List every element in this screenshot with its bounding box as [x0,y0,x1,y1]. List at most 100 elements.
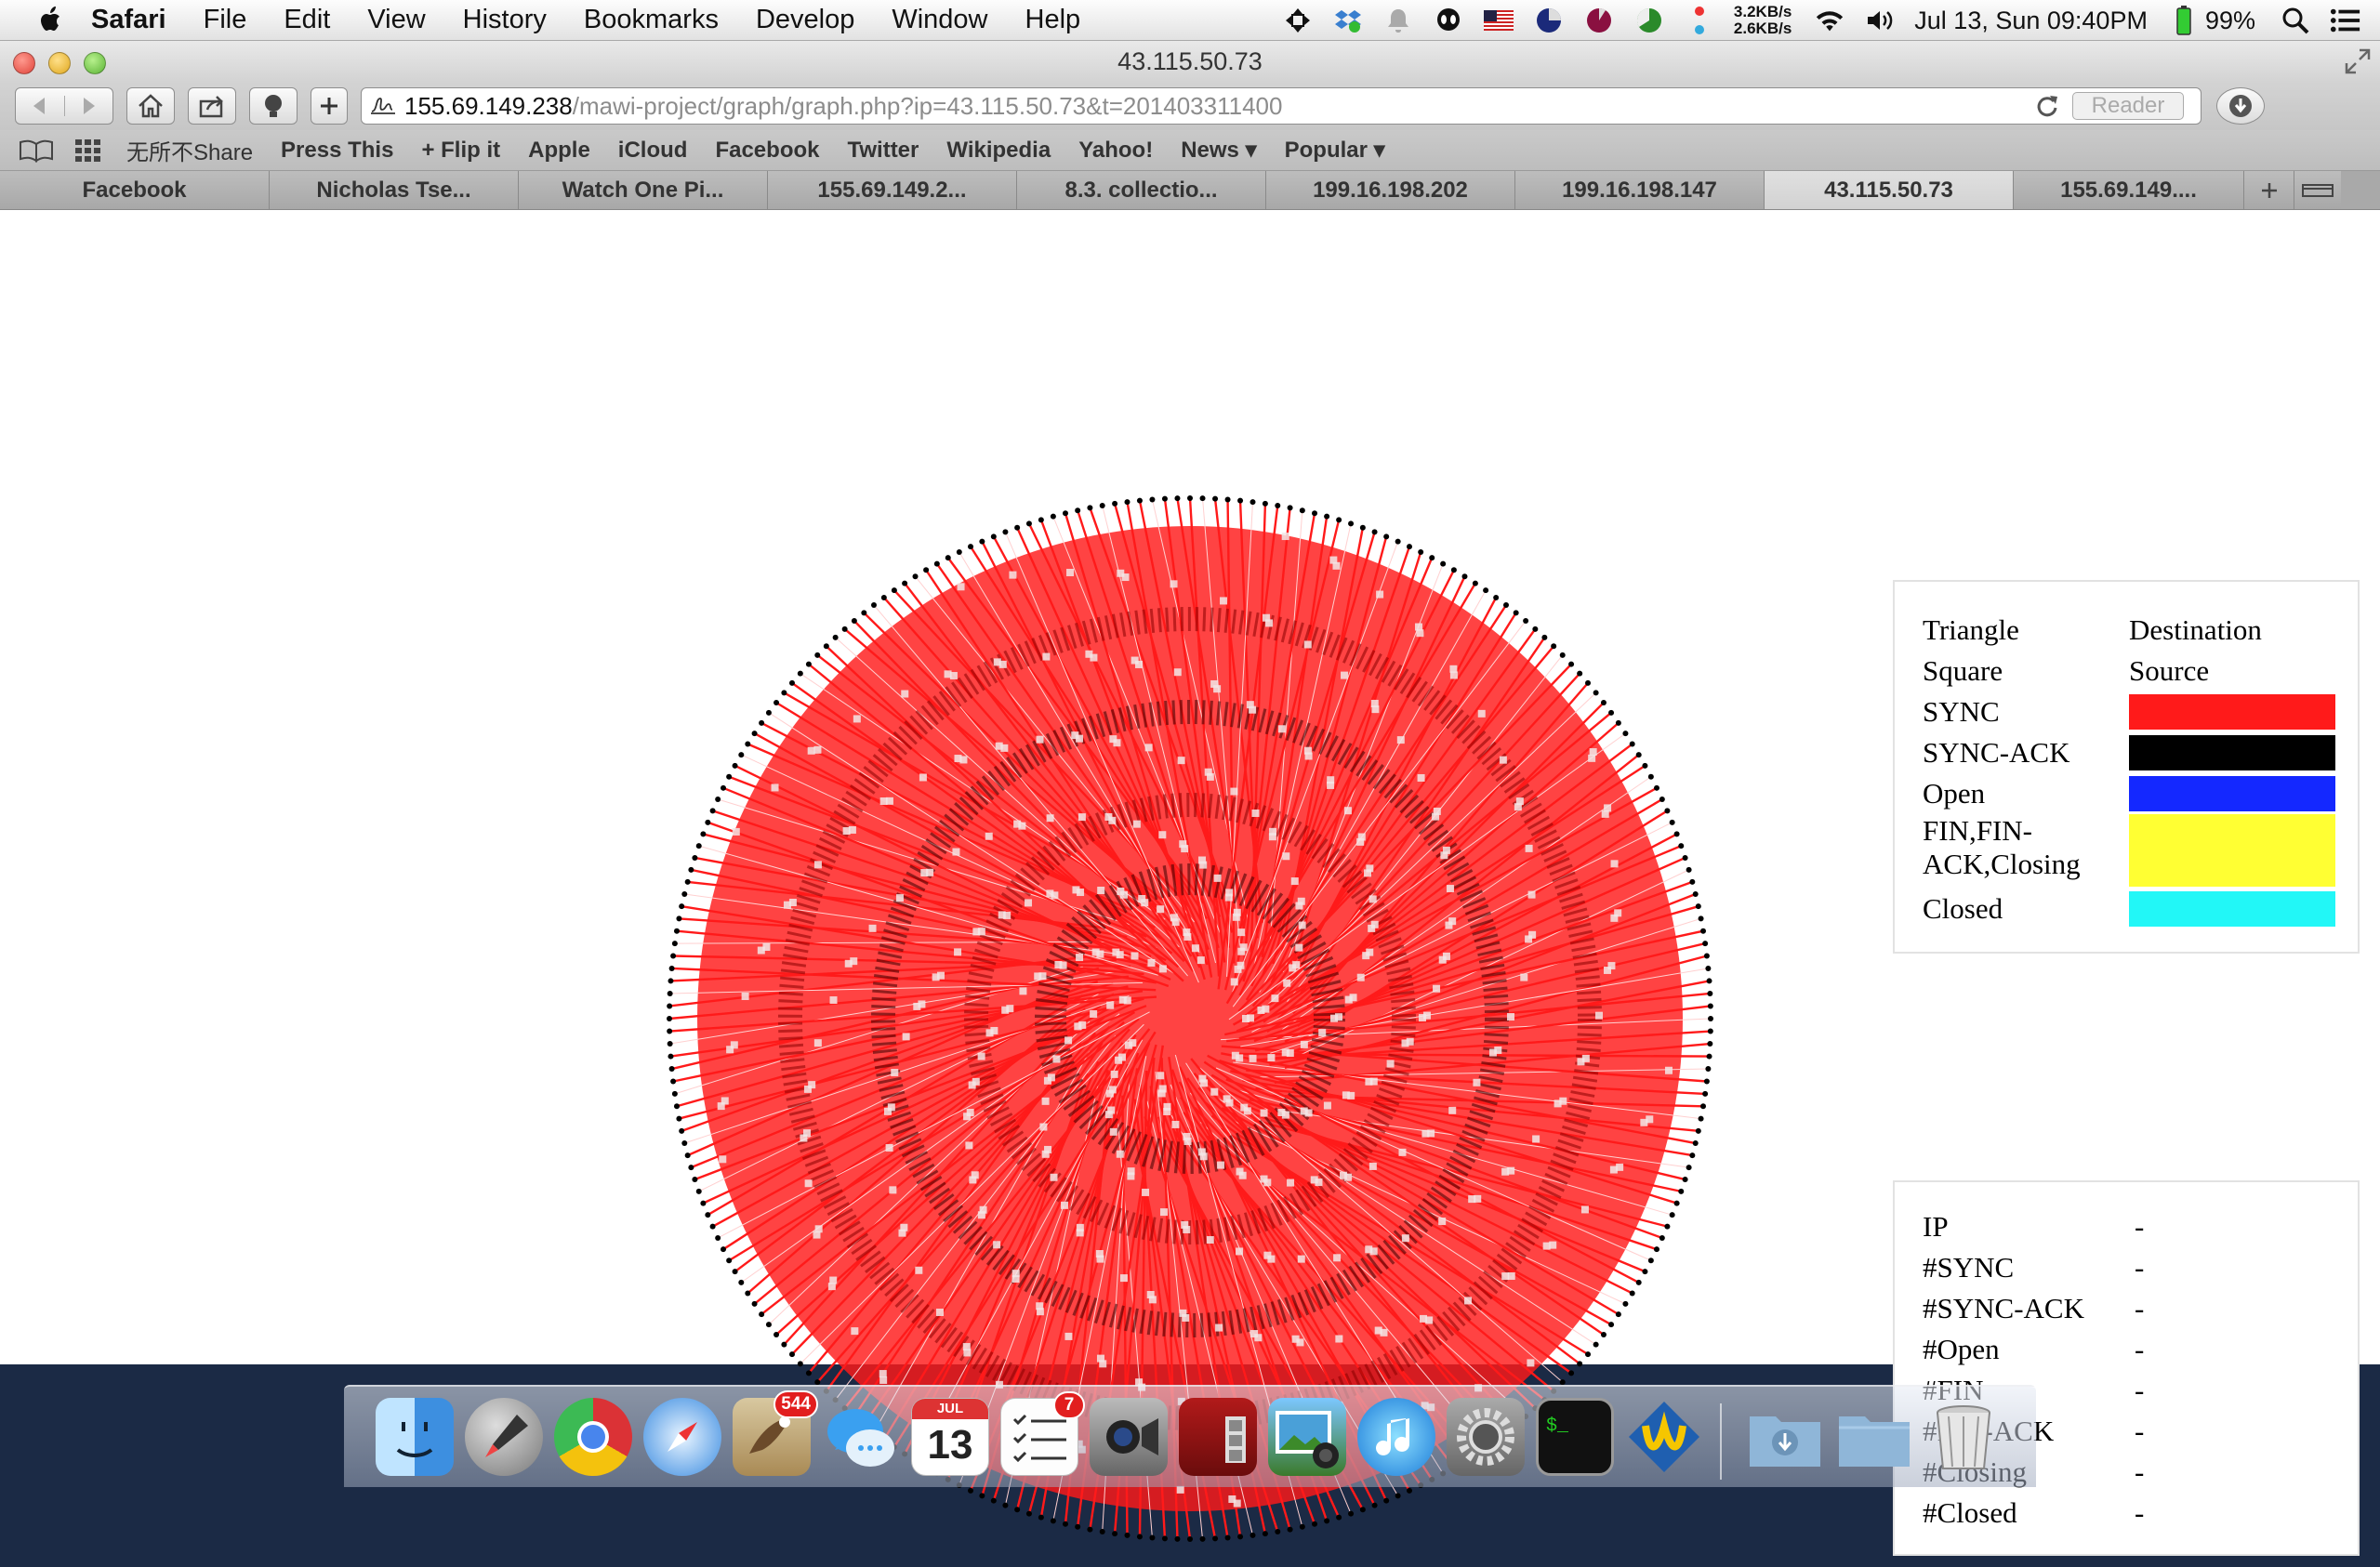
bookmark-item[interactable]: Press This [281,138,393,164]
graph-source-node[interactable] [1117,888,1125,896]
graph-source-node[interactable] [1604,804,1612,812]
photo-booth-icon[interactable] [1179,1398,1257,1476]
graph-source-node[interactable] [1157,905,1165,914]
graph-source-node[interactable] [1104,813,1113,822]
graph-source-node[interactable] [1370,920,1379,928]
graph-source-node[interactable] [1282,852,1290,861]
graph-source-node[interactable] [1230,978,1238,986]
graph-node[interactable] [1395,1493,1401,1499]
graph-source-node[interactable] [1238,1171,1247,1179]
graph-node[interactable] [667,1016,672,1021]
graph-node[interactable] [1087,1526,1093,1533]
graph-source-node[interactable] [803,1085,812,1093]
graph-source-node[interactable] [1260,1109,1268,1117]
graph-node[interactable] [1669,819,1675,825]
graph-node[interactable] [726,773,733,780]
graph-source-node[interactable] [717,1102,725,1111]
graph-source-node[interactable] [1366,864,1374,873]
spotlight-search-icon[interactable] [2280,5,2311,36]
graph-source-node[interactable] [1012,1275,1020,1284]
graph-source-node[interactable] [1494,1046,1502,1054]
graph-source-node[interactable] [1414,623,1422,631]
graph-node[interactable] [765,709,772,716]
tab[interactable]: Facebook [0,171,270,209]
graph-node[interactable] [1371,1502,1378,1508]
graph-source-node[interactable] [891,1069,899,1077]
graph-source-node[interactable] [851,1327,859,1336]
graph-node[interactable] [668,1066,675,1073]
graph-node[interactable] [1629,741,1635,747]
graph-node[interactable] [1199,495,1206,502]
graph-node[interactable] [1695,1127,1701,1134]
graph-node[interactable] [1275,502,1281,508]
graph-node[interactable] [715,797,721,803]
graph-source-node[interactable] [1433,984,1441,993]
graph-source-node[interactable] [1249,1054,1257,1062]
graph-source-node[interactable] [1109,735,1117,744]
graph-node[interactable] [1099,502,1105,508]
graph-source-node[interactable] [1303,640,1312,649]
graph-node[interactable] [1250,499,1256,506]
menu-window[interactable]: Window [892,5,987,35]
graph-node[interactable] [721,1246,727,1253]
graph-node[interactable] [1689,1152,1696,1159]
documents-stack-icon[interactable] [1835,1398,1913,1476]
graph-node[interactable] [668,978,674,984]
graph-node[interactable] [1014,1507,1021,1513]
graph-source-node[interactable] [1263,1179,1272,1187]
graph-node[interactable] [732,1269,738,1275]
graph-source-node[interactable] [1142,1188,1150,1196]
graph-node[interactable] [1682,854,1688,861]
graph-source-node[interactable] [1267,1255,1276,1263]
graph-node[interactable] [968,544,974,550]
graph-source-node[interactable] [1344,1173,1353,1181]
graph-source-node[interactable] [1246,1014,1254,1022]
graph-source-node[interactable] [1549,1241,1557,1249]
graph-source-node[interactable] [1406,1037,1414,1046]
graph-source-node[interactable] [1074,1022,1082,1031]
bookmark-item[interactable]: Wikipedia [946,138,1051,164]
graph-node[interactable] [1149,1534,1156,1541]
memory-pie-icon[interactable] [1583,5,1615,36]
graph-source-node[interactable] [1116,1150,1124,1158]
graph-node[interactable] [1262,1531,1268,1537]
graph-source-node[interactable] [1295,943,1303,952]
graph-node[interactable] [695,843,702,849]
graph-source-node[interactable] [1559,1097,1567,1105]
graph-node[interactable] [1359,1507,1366,1513]
graph-node[interactable] [721,784,727,791]
graph-node[interactable] [1695,903,1701,910]
graph-source-node[interactable] [1210,679,1219,688]
graph-node[interactable] [676,1115,682,1122]
graph-source-node[interactable] [898,1229,906,1237]
graph-node[interactable] [1659,1234,1665,1241]
graph-node[interactable] [692,1177,698,1183]
graph-node[interactable] [1161,495,1168,502]
bookmark-item[interactable]: 无所不Share [126,134,253,166]
graph-node[interactable] [1669,1212,1675,1218]
graph-node[interactable] [1025,1510,1032,1517]
graph-node[interactable] [1647,1258,1654,1264]
graph-node[interactable] [1275,1529,1281,1535]
graph-node[interactable] [1299,507,1305,514]
graph-source-node[interactable] [1347,1091,1355,1100]
graph-source-node[interactable] [1096,1255,1104,1263]
graph-node[interactable] [751,1300,758,1307]
graph-source-node[interactable] [1425,1316,1434,1324]
graph-node[interactable] [705,819,711,825]
new-tab-button[interactable] [2244,171,2294,209]
reading-list-icon[interactable] [19,138,54,163]
graph-source-node[interactable] [1449,665,1458,673]
graph-node[interactable] [1212,495,1219,502]
graph-source-node[interactable] [1646,1115,1654,1124]
graph-source-node[interactable] [1066,569,1075,577]
tab[interactable]: 199.16.198.147 [1515,171,1765,209]
graph-node[interactable] [1324,1518,1330,1524]
graph-node[interactable] [671,1090,678,1097]
graph-source-node[interactable] [1304,1109,1313,1117]
tab[interactable]: Watch One Pi... [519,171,768,209]
graph-node[interactable] [979,1493,985,1499]
new-tab-plus-button[interactable] [311,87,348,125]
graph-source-node[interactable] [1297,1255,1305,1263]
graph-source-node[interactable] [1138,895,1146,903]
